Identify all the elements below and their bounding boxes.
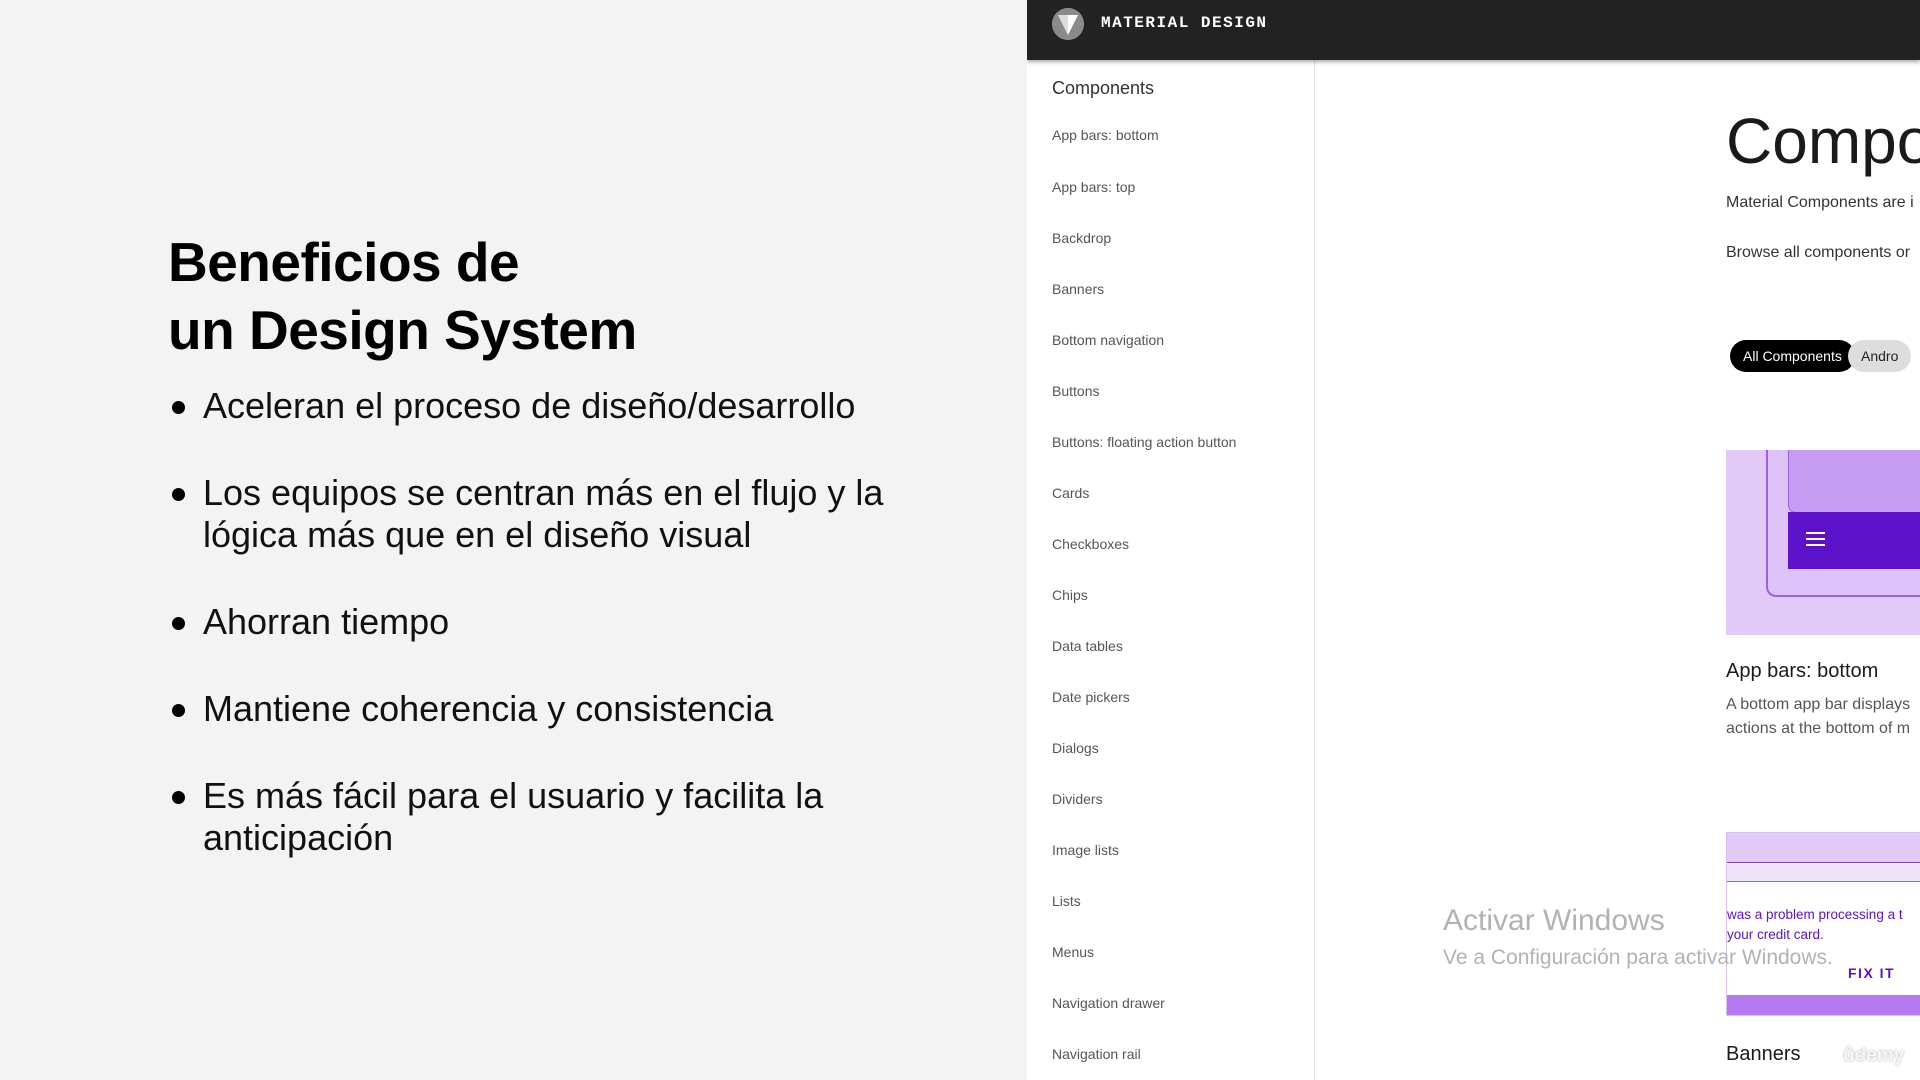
sidebar-item-lists[interactable]: Lists: [1052, 893, 1081, 909]
udemy-watermark: ûdemy: [1843, 1045, 1905, 1066]
sidebar-item-chips[interactable]: Chips: [1052, 587, 1088, 603]
thumbnail-second-band: [1727, 864, 1920, 882]
brand-title[interactable]: MATERIAL DESIGN: [1101, 14, 1268, 32]
bullet-text: Es más fácil para el usuario y facilita …: [203, 775, 824, 816]
card-description-line: actions at the bottom of m: [1726, 720, 1911, 737]
sidebar-item-image-lists[interactable]: Image lists: [1052, 842, 1119, 858]
slide-title: Beneficios de un Design System: [168, 228, 637, 364]
bullet-item: Es más fácil para el usuario y facilita …: [168, 775, 908, 859]
chip-android[interactable]: Andro: [1848, 340, 1912, 372]
bullet-text: Mantiene coherencia y consistencia: [203, 688, 774, 729]
sidebar-item-menus[interactable]: Menus: [1052, 944, 1094, 960]
slide-title-line-1: Beneficios de: [168, 231, 520, 293]
thumbnail-bottom-bar: [1788, 512, 1920, 569]
bullet-text-continued: anticipación: [203, 817, 394, 858]
activate-windows-subtitle: Ve a Configuración para activar Windows.: [1443, 946, 1833, 969]
banner-message: was a problem processing a t your credit…: [1727, 905, 1920, 945]
bullet-text: Los equipos se centran más en el flujo y…: [203, 472, 884, 513]
bullet-item: Mantiene coherencia y consistencia: [168, 688, 908, 730]
sidebar-item-fab[interactable]: Buttons: floating action button: [1052, 434, 1236, 450]
card-description-line: A bottom app bar displays: [1726, 696, 1911, 713]
bullet-text-continued: lógica más que en el diseño visual: [203, 514, 752, 555]
sidebar-item-navigation-rail[interactable]: Navigation rail: [1052, 1046, 1141, 1062]
banner-message-line: your credit card.: [1727, 927, 1824, 942]
sidebar-item-app-bars-top[interactable]: App bars: top: [1052, 179, 1135, 195]
material-logo-icon[interactable]: [1052, 8, 1084, 40]
bullet-dot-icon: [172, 704, 185, 717]
card-title-banners[interactable]: Banners: [1726, 1043, 1801, 1066]
bullet-item: Los equipos se centran más en el flujo y…: [168, 472, 908, 556]
activate-windows-title: Activar Windows: [1443, 904, 1665, 937]
bullet-dot-icon: [172, 401, 185, 414]
sidebar-item-app-bars-bottom[interactable]: App bars: bottom: [1052, 127, 1159, 143]
bullet-item: Ahorran tiempo: [168, 601, 908, 643]
top-app-bar: MATERIAL DESIGN: [1027, 0, 1920, 60]
bullet-dot-icon: [172, 791, 185, 804]
sidebar-item-buttons[interactable]: Buttons: [1052, 383, 1099, 399]
sidebar-item-navigation-drawer[interactable]: Navigation drawer: [1052, 995, 1165, 1011]
sidebar-item-backdrop[interactable]: Backdrop: [1052, 230, 1111, 246]
slide-panel: Beneficios de un Design System Aceleran …: [0, 0, 1027, 1080]
intro-text: Material Components are i: [1726, 194, 1914, 211]
chip-all-components[interactable]: All Components: [1730, 340, 1855, 372]
menu-icon: [1806, 532, 1826, 546]
sidebar-item-bottom-navigation[interactable]: Bottom navigation: [1052, 332, 1164, 348]
sidebar-item-data-tables[interactable]: Data tables: [1052, 638, 1123, 654]
bullet-dot-icon: [172, 617, 185, 630]
sidebar-item-dividers[interactable]: Dividers: [1052, 791, 1103, 807]
bullet-dot-icon: [172, 488, 185, 501]
banner-message-line: was a problem processing a t: [1727, 907, 1903, 922]
thumbnail-content-area: [1788, 450, 1920, 513]
thumbnail-top-band: [1727, 833, 1920, 863]
sidebar-item-date-pickers[interactable]: Date pickers: [1052, 689, 1130, 705]
sidebar-item-banners[interactable]: Banners: [1052, 281, 1104, 297]
banners-thumbnail[interactable]: was a problem processing a t your credit…: [1726, 832, 1920, 1016]
card-title-app-bars-bottom[interactable]: App bars: bottom: [1726, 660, 1878, 683]
page-title: Compo: [1726, 105, 1920, 177]
sidebar-item-cards[interactable]: Cards: [1052, 485, 1089, 501]
sidebar-item-checkboxes[interactable]: Checkboxes: [1052, 536, 1129, 552]
card-description: A bottom app bar displays actions at the…: [1726, 693, 1920, 741]
sidebar-heading[interactable]: Components: [1052, 78, 1154, 99]
bullet-text: Ahorran tiempo: [203, 601, 450, 642]
intro-text-browse: Browse all components or: [1726, 244, 1911, 261]
components-sidebar: Components App bars: bottom App bars: to…: [1027, 60, 1315, 1080]
app-bars-bottom-thumbnail[interactable]: [1726, 450, 1920, 635]
bullet-text: Aceleran el proceso de diseño/desarrollo: [203, 385, 856, 426]
fix-it-button[interactable]: FIX IT: [1848, 965, 1895, 981]
thumbnail-bottom-band: [1727, 995, 1920, 1015]
slide-title-line-2: un Design System: [168, 299, 637, 361]
sidebar-item-dialogs[interactable]: Dialogs: [1052, 740, 1099, 756]
bullet-item: Aceleran el proceso de diseño/desarrollo: [168, 385, 908, 427]
